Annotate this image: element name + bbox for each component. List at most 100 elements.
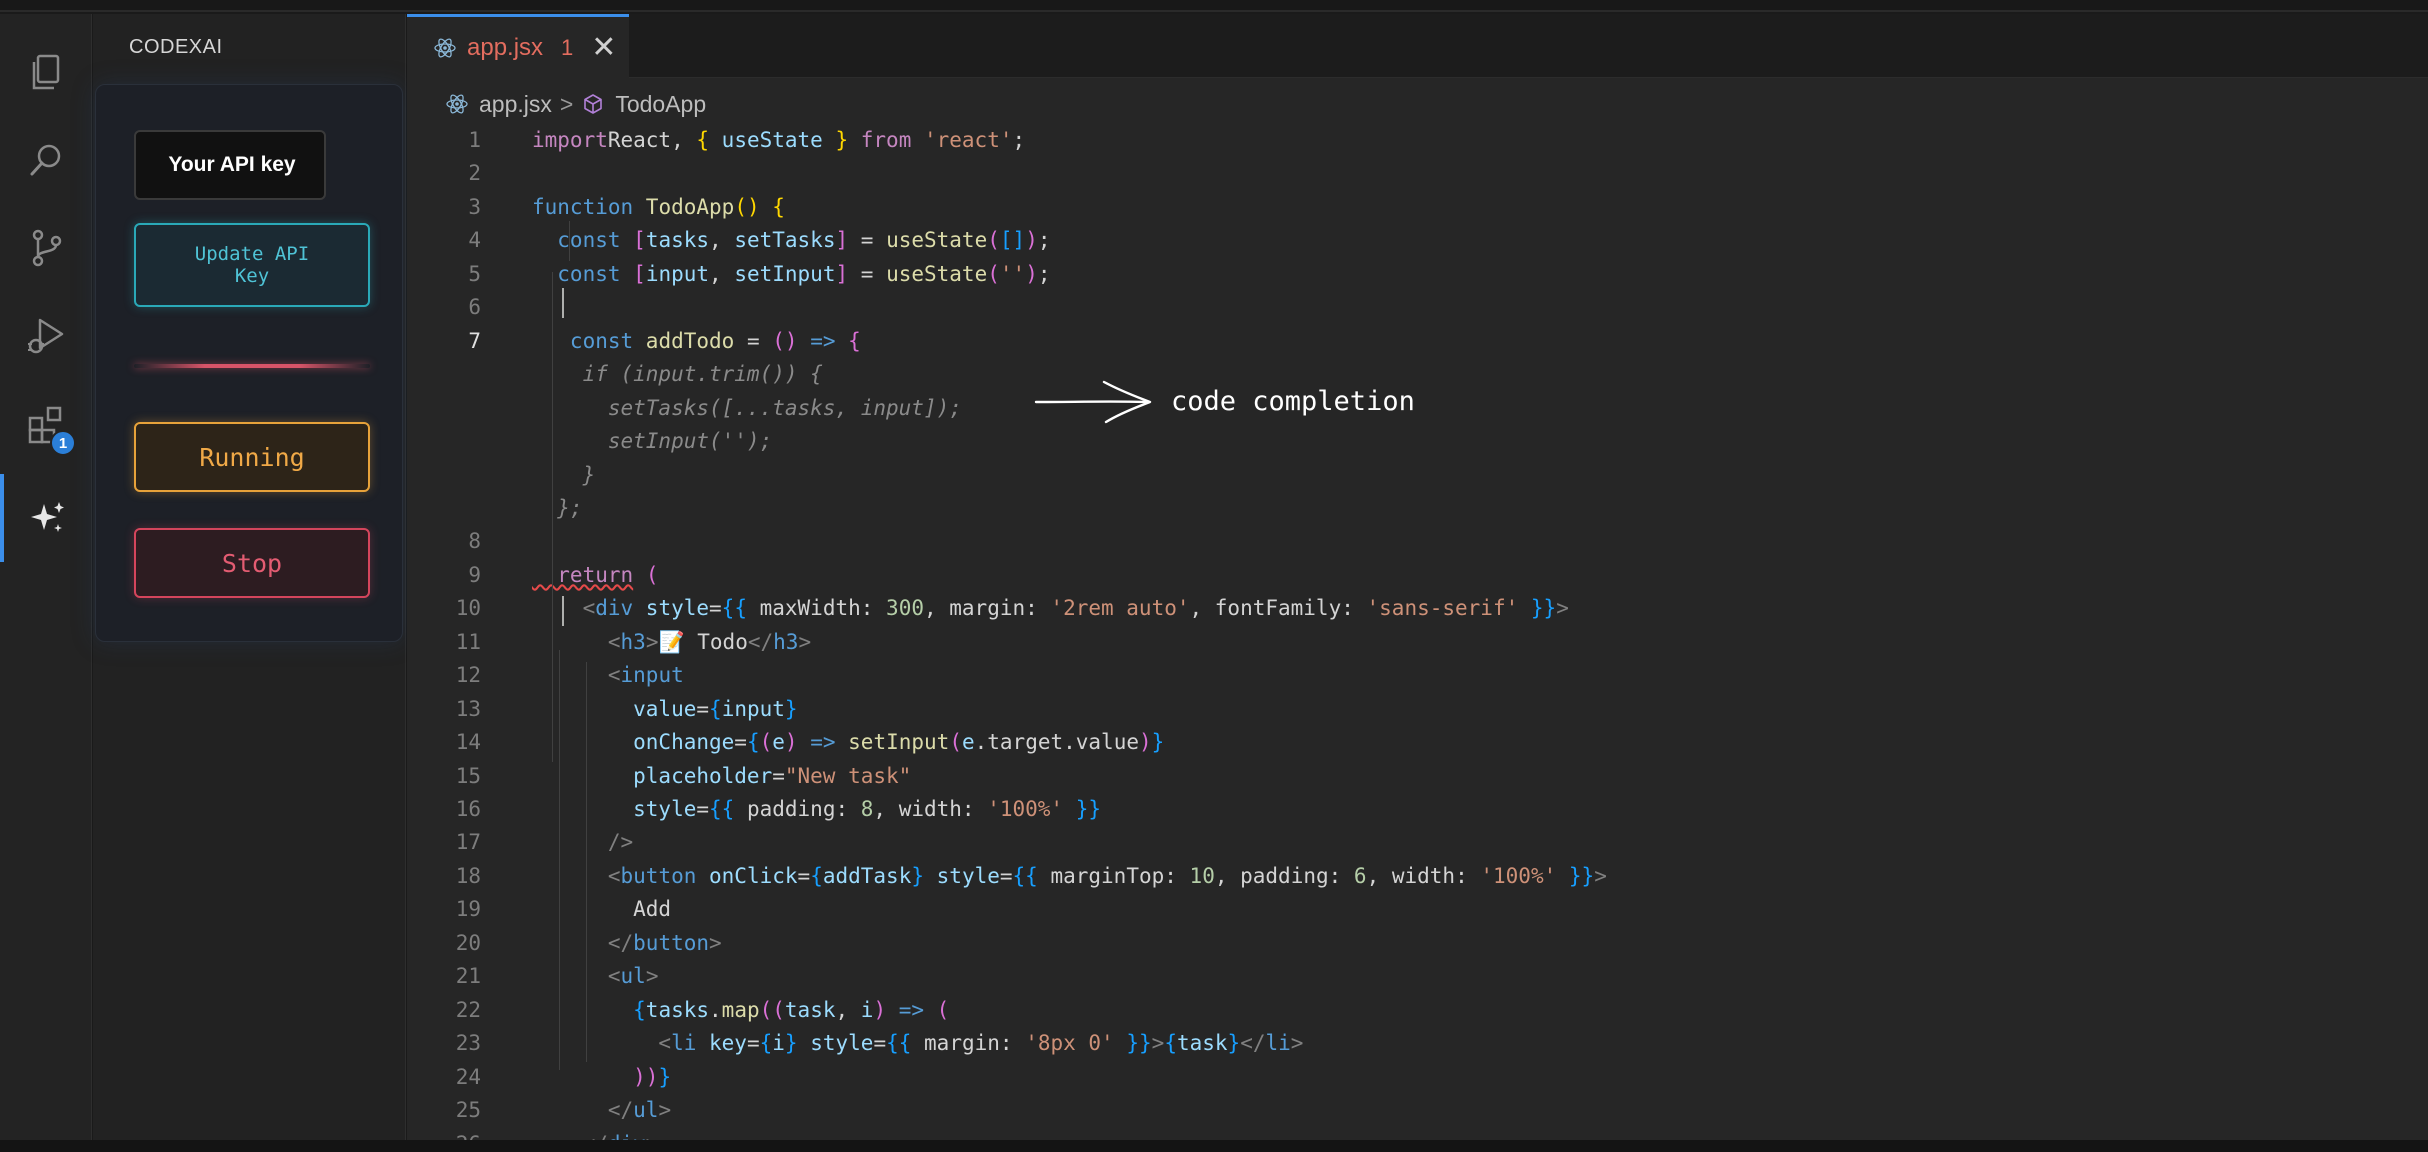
explorer-button[interactable] <box>0 28 92 116</box>
code-line[interactable]: 24 ))} <box>407 1061 2428 1094</box>
code-line[interactable]: 15 placeholder="New task" <box>407 760 2428 793</box>
code-token: div <box>595 596 634 621</box>
code-line[interactable]: 11 <h3>📝 Todo</h3> <box>407 626 2428 659</box>
code-line[interactable]: 12 <input <box>407 659 2428 692</box>
code-line[interactable]: 16 style={{ padding: 8, width: '100%' }} <box>407 793 2428 826</box>
code-token: , fontFamily: <box>1189 596 1367 621</box>
running-button[interactable]: Running <box>134 422 370 492</box>
code-token: </ <box>747 629 774 654</box>
code-line[interactable]: if (input.trim()) { <box>407 358 2428 391</box>
annotation-arrow-icon <box>1034 380 1152 424</box>
indent-guide <box>559 650 560 1070</box>
code-line[interactable]: 25 </ul> <box>407 1094 2428 1127</box>
code-token: } <box>1151 730 1165 755</box>
search-button[interactable] <box>0 116 92 204</box>
code-line[interactable]: 19 Add <box>407 893 2428 926</box>
code-token: > <box>798 629 812 654</box>
code-token: = <box>772 763 785 788</box>
code-token: 6 <box>1353 863 1367 888</box>
line-number: 20 <box>455 930 481 955</box>
code-token: . <box>709 997 722 1022</box>
code-token: '8px 0' <box>1025 1031 1114 1056</box>
code-token: }} <box>1126 1031 1152 1056</box>
code-line[interactable]: 22 {tasks.map((task, i) => ( <box>407 994 2428 1027</box>
code-line[interactable]: setTasks([...tasks, input]); <box>407 392 2428 425</box>
code-token: maxWidth: <box>746 596 887 621</box>
code-line[interactable]: 1 importReact, { useState } from 'react'; <box>407 124 2428 157</box>
run-debug-button[interactable] <box>0 292 92 380</box>
code-line[interactable]: 6 <box>407 291 2428 324</box>
indent-guide <box>552 272 553 762</box>
code-editor[interactable]: app.jsx > TodoApp 1 importReact, { useSta… <box>407 78 2428 1152</box>
code-token: h3 <box>773 629 799 654</box>
code-token: }} <box>1568 863 1595 888</box>
update-api-key-button[interactable]: Update API Key <box>134 223 370 307</box>
line-number: 4 <box>468 228 481 253</box>
line-number: 11 <box>455 629 481 654</box>
code-text: </button> <box>532 927 722 960</box>
code-text: const [tasks, setTasks] = useState([]); <box>532 224 1051 257</box>
code-token: () <box>772 328 811 353</box>
code-token: key <box>696 1031 747 1056</box>
code-line[interactable]: 20 </button> <box>407 927 2428 960</box>
code-token: ) <box>1139 730 1152 755</box>
code-token: ; <box>1037 228 1051 253</box>
line-number: 7 <box>468 328 481 353</box>
code-token: > <box>1151 1031 1165 1056</box>
code-token: input <box>721 696 785 721</box>
code-line[interactable]: 13 value={input} <box>407 693 2428 726</box>
api-key-input[interactable]: Your API key <box>134 130 326 200</box>
code-line[interactable]: setInput(''); <box>407 425 2428 458</box>
code-line[interactable]: 14 onChange={(e) => setInput(e.target.va… <box>407 726 2428 759</box>
code-token: => <box>886 997 937 1022</box>
breadcrumb: app.jsx > TodoApp <box>445 86 706 122</box>
tab-app-jsx[interactable]: app.jsx 1 ✕ <box>407 14 629 78</box>
code-line[interactable]: 5 const [input, setInput] = useState('')… <box>407 258 2428 291</box>
code-token: () <box>734 194 760 219</box>
tab-close-icon[interactable]: ✕ <box>591 32 616 63</box>
code-line[interactable]: 2 <box>407 157 2428 190</box>
code-line[interactable]: }; <box>407 492 2428 525</box>
source-control-button[interactable] <box>0 204 92 292</box>
window-frame: 1 CODEXAI Your API key Update API Key Ru… <box>0 0 2428 1152</box>
code-line[interactable]: 21 <ul> <box>407 960 2428 993</box>
api-key-label: Your API key <box>168 153 296 176</box>
code-token: , <box>709 228 735 253</box>
code-line[interactable]: 18 <button onClick={addTask} style={{ ma… <box>407 860 2428 893</box>
code-token: < <box>532 629 621 654</box>
code-token: ( <box>949 730 962 755</box>
code-token: > <box>645 629 659 654</box>
tab-problem-count: 1 <box>561 34 574 60</box>
line-number: 9 <box>468 562 481 587</box>
code-line[interactable]: 9 return ( <box>407 559 2428 592</box>
code-line[interactable]: 10 <div style={{ maxWidth: 300, margin: … <box>407 592 2428 625</box>
code-line[interactable]: 17 /> <box>407 826 2428 859</box>
code-line[interactable]: 8 <box>407 525 2428 558</box>
code-line[interactable]: } <box>407 459 2428 492</box>
code-token: < <box>532 964 621 989</box>
code-token: > <box>1290 1031 1304 1056</box>
code-token: , <box>709 261 735 286</box>
code-token: style <box>924 863 1000 888</box>
stop-button[interactable]: Stop <box>134 528 370 598</box>
code-token: task <box>784 997 836 1022</box>
extensions-button[interactable]: 1 <box>0 380 92 468</box>
breadcrumb-file[interactable]: app.jsx <box>479 91 552 118</box>
code-line[interactable]: 4 const [tasks, setTasks] = useState([])… <box>407 224 2428 257</box>
code-line[interactable]: 7 const addTodo = () => { <box>407 325 2428 358</box>
code-line[interactable]: 3 function TodoApp() { <box>407 191 2428 224</box>
code-token: ( <box>987 228 1000 253</box>
code-token: i <box>772 1031 785 1056</box>
code-token: 300 <box>886 596 924 621</box>
codexai-button[interactable] <box>0 474 92 562</box>
code-token: } <box>784 696 798 721</box>
code-token: = <box>696 797 710 821</box>
code-line[interactable]: 23 <li key={i} style={{ margin: '8px 0' … <box>407 1027 2428 1060</box>
code-token: ) <box>873 997 887 1022</box>
breadcrumb-symbol[interactable]: TodoApp <box>615 91 706 118</box>
code-token: = <box>999 863 1013 888</box>
line-number: 17 <box>455 830 481 855</box>
